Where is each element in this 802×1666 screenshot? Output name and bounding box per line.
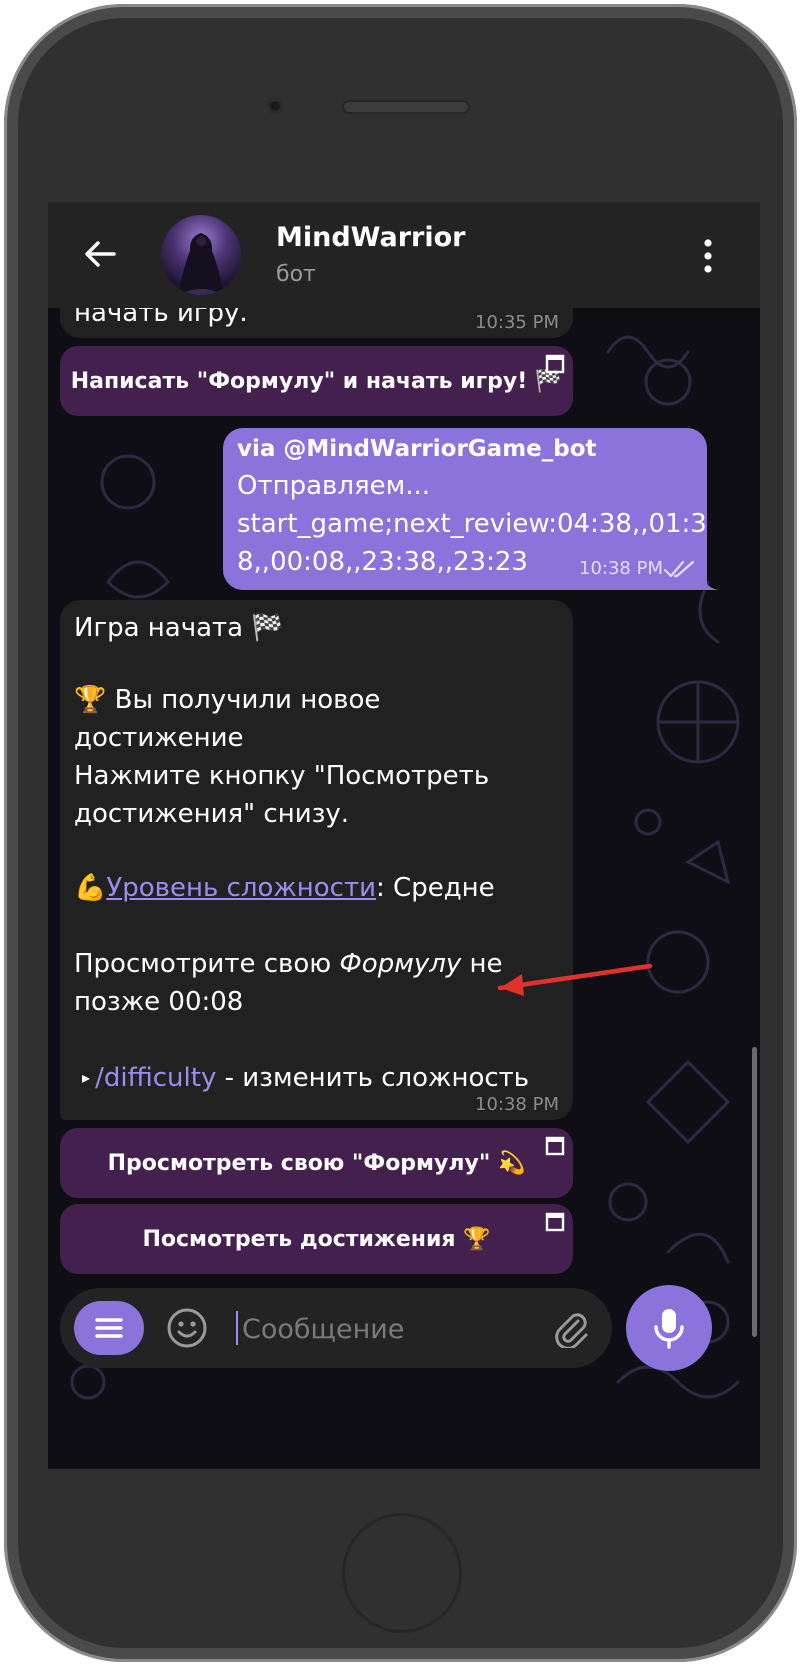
message-time: 10:38 PM — [475, 1094, 559, 1115]
telegram-chat-screen: MindWarrior бот начать игру. 10:35 PM На… — [48, 202, 760, 1469]
inline-button-label: Написать "Формулу" и начать игру! 🏁 — [70, 368, 563, 394]
message-line: 🏆 Вы получили новое — [74, 685, 381, 715]
text-caret — [236, 1311, 238, 1345]
difficulty-link[interactable]: Уровень сложности — [106, 873, 376, 903]
bubble-tail — [703, 574, 719, 590]
review-formula-italic: Формулу — [339, 949, 462, 979]
warrior-figure-icon — [178, 233, 224, 295]
via-bot-label[interactable]: via @MindWarriorGame_bot — [237, 436, 597, 462]
chat-title[interactable]: MindWarrior — [276, 222, 465, 253]
difficulty-value: : Средне — [376, 873, 495, 903]
more-vertical-icon[interactable] — [700, 238, 716, 274]
message-line: Игра начата 🏁 — [74, 613, 284, 643]
earpiece-speaker — [342, 100, 470, 114]
chat-scrollbar[interactable] — [752, 1047, 757, 1337]
voice-record-button[interactable] — [626, 1285, 712, 1371]
menu-icon — [95, 1318, 123, 1338]
chat-subtitle: бот — [276, 262, 316, 287]
message-line: Нажмите кнопку "Посмотреть — [74, 761, 490, 791]
review-suffix: не — [461, 949, 503, 979]
bot-menu-button[interactable] — [74, 1301, 144, 1355]
difficulty-command-link[interactable]: /difficulty — [95, 1063, 216, 1093]
bot-avatar[interactable] — [161, 215, 241, 295]
front-camera — [267, 98, 283, 114]
emoji-icon[interactable] — [166, 1307, 208, 1349]
message-line: 8,,00:08,,23:38,,23:23 — [237, 547, 528, 577]
attach-icon[interactable] — [550, 1308, 590, 1348]
inline-button-label: Просмотреть свою "Формулу" 💫 — [107, 1150, 526, 1176]
message-outgoing: via @MindWarriorGame_bot Отправляем... s… — [223, 428, 707, 590]
message-composer — [60, 1288, 612, 1368]
message-line: Отправляем... — [237, 471, 431, 501]
inline-button-view-formula[interactable]: Просмотреть свою "Формулу" 💫 — [60, 1128, 573, 1198]
home-button[interactable] — [342, 1513, 462, 1633]
difficulty-line: 💪Уровень сложности: Средне — [74, 868, 495, 908]
mic-icon — [654, 1309, 684, 1349]
message-incoming: Игра начата 🏁 🏆 Вы получили новое достиж… — [60, 600, 573, 1120]
double-check-icon — [663, 560, 695, 578]
message-input[interactable] — [240, 1302, 544, 1356]
open-link-icon — [545, 354, 565, 374]
message-line: достижения" снизу. — [74, 799, 350, 829]
bullet-icon: ▸ — [82, 1068, 96, 1087]
review-prefix: Просмотрите свою — [74, 949, 340, 979]
review-line: Просмотрите свою Формулу не — [74, 944, 503, 984]
command-line: ▸ /difficulty - изменить сложность — [82, 1058, 529, 1098]
review-deadline: позже 00:08 — [74, 987, 244, 1017]
message-line: start_game;next_review:04:38,,01:3 — [237, 509, 707, 539]
open-link-icon — [545, 1212, 565, 1232]
inline-button-write-formula[interactable]: Написать "Формулу" и начать игру! 🏁 — [60, 346, 573, 416]
inline-button-view-achievements[interactable]: Посмотреть достижения 🏆 — [60, 1204, 573, 1274]
command-description: - изменить сложность — [216, 1063, 530, 1093]
inline-button-label: Посмотреть достижения 🏆 — [142, 1226, 491, 1252]
open-link-icon — [545, 1136, 565, 1156]
message-line: достижение — [74, 723, 244, 753]
message-time: 10:35 PM — [475, 312, 559, 333]
chat-header: MindWarrior бот — [48, 202, 760, 308]
back-arrow-icon[interactable] — [82, 236, 118, 272]
message-time: 10:38 PM — [579, 558, 663, 579]
muscle-emoji: 💪 — [74, 873, 107, 903]
